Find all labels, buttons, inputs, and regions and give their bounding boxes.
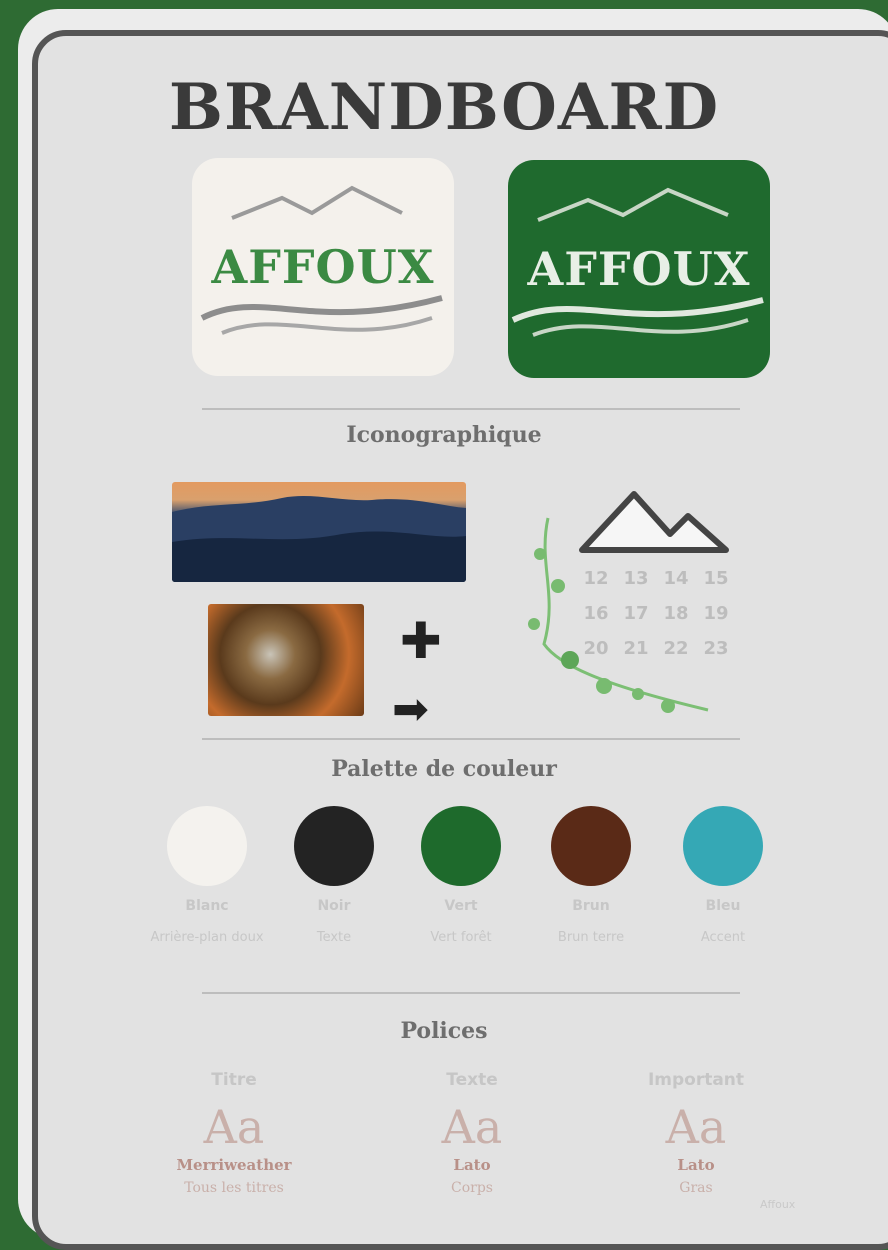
calendar-day: 20	[583, 638, 609, 659]
calendar-day: 23	[703, 638, 729, 659]
calendar-day: 14	[663, 568, 689, 589]
color-name: Bleu	[705, 898, 741, 914]
color-swatch	[294, 806, 374, 886]
calendar-day: 17	[623, 603, 649, 624]
calendar-day: 22	[663, 638, 689, 659]
calendar-icon: 12 13 14 15 16 17 18 19 20 21 22 23	[576, 486, 736, 676]
font-sample: Aa	[441, 1100, 503, 1154]
color-swatch	[421, 806, 501, 886]
color-description: Vert forêt	[430, 930, 492, 945]
logo-wordmark: AFFOUX	[211, 240, 435, 294]
page-title: BRANDBOARD	[168, 70, 720, 145]
color-description: Accent	[700, 930, 746, 945]
divider	[202, 992, 740, 994]
font-sample: Aa	[203, 1100, 265, 1154]
calendar-day: 16	[583, 603, 609, 624]
calendar-day: 13	[623, 568, 649, 589]
calendar-day: 21	[623, 638, 649, 659]
team-photo	[208, 604, 364, 716]
color-swatch	[551, 806, 631, 886]
calendar-day: 18	[663, 603, 689, 624]
section-title-palette: Palette de couleur	[331, 756, 557, 782]
section-title-fonts: Polices	[400, 1018, 488, 1044]
font-spec-title: Titre Aa Merriweather Tous les titres	[124, 1070, 344, 1196]
color-name: Brun	[572, 898, 610, 914]
watermark: Affoux	[760, 1198, 796, 1211]
font-label: Important	[647, 1070, 745, 1090]
divider	[202, 408, 740, 410]
font-usage: Gras	[679, 1180, 713, 1196]
font-sample: Aa	[665, 1100, 727, 1154]
plus-icon: ✚	[400, 612, 442, 670]
font-spec-body: Texte Aa Lato Corps	[362, 1070, 582, 1196]
mountain-photo	[172, 482, 466, 582]
calendar-grid: 12 13 14 15 16 17 18 19 20 21 22 23	[576, 568, 736, 659]
logo-wordmark: AFFOUX	[527, 242, 751, 296]
color-description: Texte	[316, 930, 352, 945]
logo-light-card: AFFOUX	[192, 158, 454, 376]
calendar-day: 19	[703, 603, 729, 624]
color-swatch	[683, 806, 763, 886]
font-usage: Tous les titres	[184, 1180, 284, 1196]
divider	[202, 738, 740, 740]
font-spec-important: Important Aa Lato Gras	[586, 1070, 806, 1196]
font-label: Texte	[446, 1070, 498, 1090]
logo-dark-card: AFFOUX	[508, 160, 770, 378]
color-swatch	[167, 806, 247, 886]
color-name: Noir	[317, 898, 351, 914]
arrow-right-icon: ➡	[392, 684, 429, 735]
color-name: Blanc	[185, 898, 229, 914]
font-name: Lato	[677, 1156, 715, 1174]
calendar-day: 12	[583, 568, 609, 589]
font-name: Merriweather	[176, 1156, 292, 1174]
section-title-iconography: Iconographique	[346, 422, 542, 448]
color-name: Vert	[444, 898, 478, 914]
calendar-day: 15	[703, 568, 729, 589]
font-name: Lato	[453, 1156, 491, 1174]
color-description: Brun terre	[557, 930, 625, 945]
font-usage: Corps	[451, 1180, 493, 1196]
font-label: Titre	[211, 1070, 257, 1090]
color-description: Arrière-plan doux	[150, 930, 264, 945]
mountain-icon	[579, 491, 729, 553]
